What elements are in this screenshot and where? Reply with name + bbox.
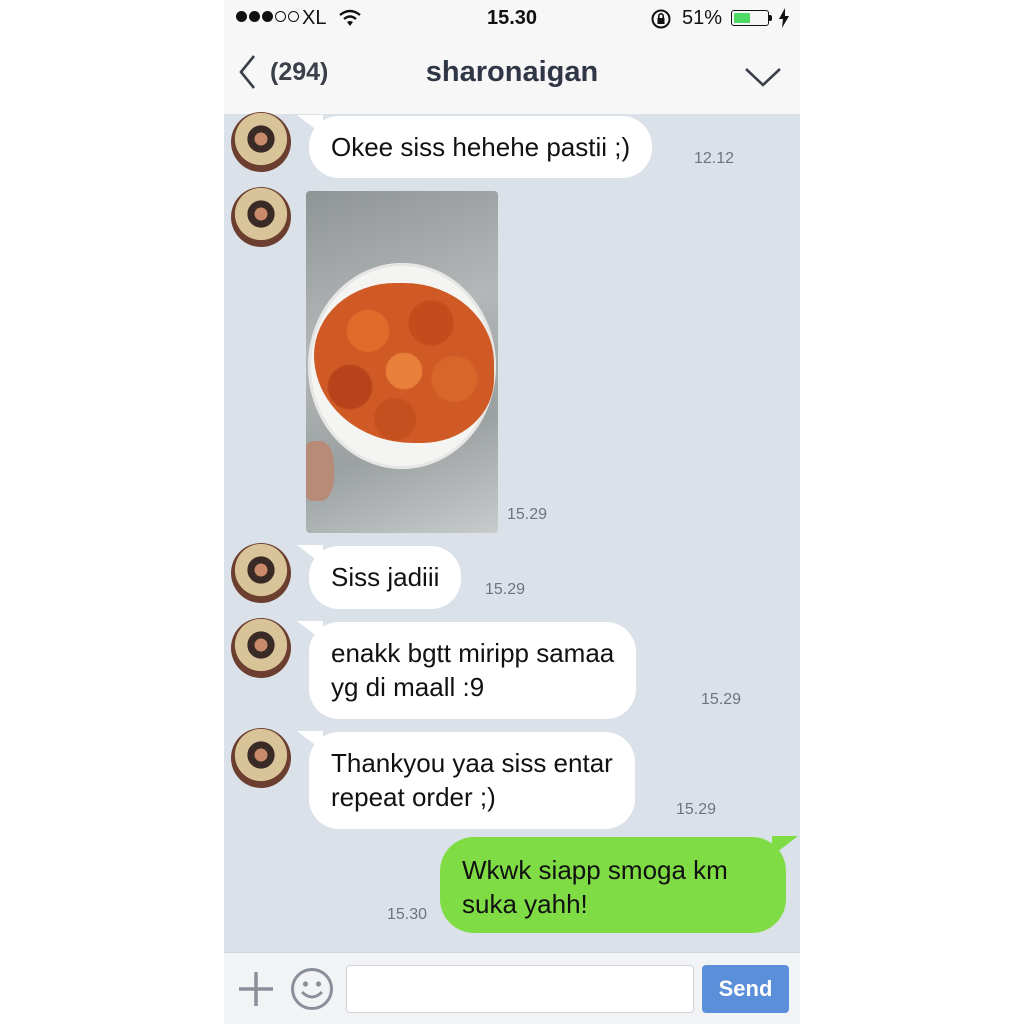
battery-tip xyxy=(769,15,772,21)
message-text-line: enakk bgtt miripp samaa xyxy=(331,638,615,668)
rotation-lock-icon xyxy=(651,9,671,29)
message-text-line: Thankyou yaa siss entar xyxy=(331,748,613,778)
message-input-bar: Send xyxy=(224,952,800,1024)
avatar[interactable] xyxy=(231,618,291,678)
chevron-down-icon[interactable] xyxy=(744,66,782,88)
outgoing-message-bubble[interactable]: Wkwk siapp smoga km suka yahh! xyxy=(440,837,786,933)
avatar[interactable] xyxy=(231,112,291,172)
navigation-bar: (294) sharonaigan xyxy=(224,38,800,114)
message-time: 15.29 xyxy=(485,581,526,598)
hand xyxy=(306,441,334,501)
message-list[interactable]: Okee siss hehehe pastii ;) 12.12 15.29 S… xyxy=(224,112,800,952)
send-button[interactable]: Send xyxy=(702,965,789,1013)
message-time: 15.29 xyxy=(676,801,717,818)
message-text-line: repeat order ;) xyxy=(331,782,496,812)
battery-icon xyxy=(731,10,769,26)
message-input[interactable] xyxy=(346,965,694,1013)
chat-screen: XL 15.30 51% (294) sharonaigan Okee siss… xyxy=(224,0,800,1024)
food-photo[interactable] xyxy=(306,191,498,533)
avatar[interactable] xyxy=(231,543,291,603)
message-time: 15.30 xyxy=(387,906,428,923)
message-text: Siss jadiii xyxy=(331,562,440,592)
message-time: 15.29 xyxy=(507,506,548,523)
avatar[interactable] xyxy=(231,187,291,247)
chat-title: sharonaigan xyxy=(425,56,599,88)
message-time: 15.29 xyxy=(701,691,742,708)
message-bubble[interactable]: Siss jadiii xyxy=(309,546,462,609)
incoming-message: Okee siss hehehe pastii ;) xyxy=(309,116,653,178)
message-bubble[interactable]: Okee siss hehehe pastii ;) xyxy=(309,116,653,178)
incoming-message: enakk bgtt miripp samaa yg di maall :9 xyxy=(309,622,637,719)
message-text-line: yg di maall :9 xyxy=(331,672,485,702)
message-text-line: Wkwk siapp smoga km xyxy=(462,855,728,885)
charging-bolt-icon xyxy=(779,8,789,28)
avatar[interactable] xyxy=(231,728,291,788)
smiley-icon[interactable] xyxy=(290,967,334,1011)
message-bubble[interactable]: enakk bgtt miripp samaa yg di maall :9 xyxy=(309,622,637,719)
message-bubble[interactable]: Thankyou yaa siss entar repeat order ;) xyxy=(309,732,635,829)
battery-percent: 51% xyxy=(682,7,723,29)
message-text-line: suka yahh! xyxy=(462,889,588,919)
message-text: Okee siss hehehe pastii ;) xyxy=(331,132,631,162)
status-bar: XL 15.30 51% xyxy=(224,0,800,38)
plus-icon[interactable] xyxy=(238,969,274,1009)
incoming-message: Thankyou yaa siss entar repeat order ;) xyxy=(309,732,635,829)
message-time: 12.12 xyxy=(694,150,735,167)
battery-level xyxy=(734,13,750,23)
incoming-message: Siss jadiii xyxy=(309,546,462,609)
